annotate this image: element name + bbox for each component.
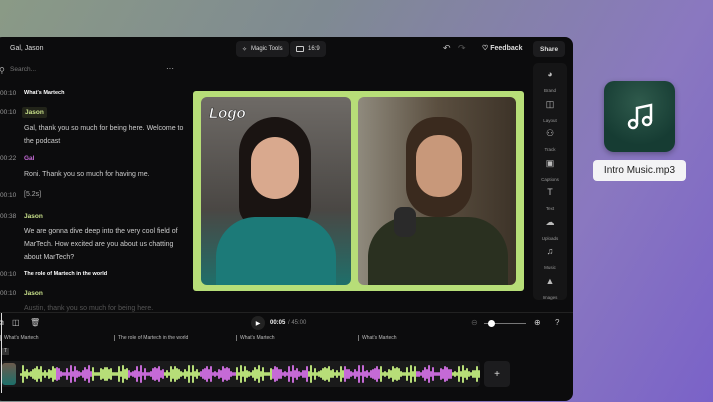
- playhead[interactable]: [1, 313, 2, 393]
- magic-tools-button[interactable]: ✧ Magic Tools: [236, 41, 289, 57]
- redo-icon[interactable]: ↷: [458, 43, 466, 54]
- search-input[interactable]: [10, 66, 130, 73]
- split-icon[interactable]: ◫: [12, 318, 20, 327]
- text-track-icon[interactable]: T: [2, 348, 9, 355]
- screen-icon: [296, 46, 304, 52]
- share-button[interactable]: Share: [533, 41, 566, 57]
- tools-sidebar: ◕ Brand ◫ Layout ⚇ Track ▣ Captions T Text ☁ Upload…: [533, 63, 567, 300]
- transcript-text[interactable]: Gal, thank you so much for being here. W…: [24, 122, 184, 148]
- undo-icon[interactable]: ↶: [443, 43, 451, 54]
- speaker-label[interactable]: Jason: [24, 290, 43, 297]
- speaker-label[interactable]: Jason: [24, 213, 43, 220]
- music-file-icon[interactable]: [604, 81, 675, 152]
- play-button[interactable]: ▶: [251, 316, 265, 330]
- chapter-marker[interactable]: What's Martech: [0, 335, 39, 341]
- zoom-slider-handle[interactable]: [488, 320, 496, 327]
- chapter-marker[interactable]: The role of Martech in the world: [114, 335, 188, 341]
- file-name-label[interactable]: Intro Music.mp3: [593, 160, 686, 181]
- search-icon: ⚲: [0, 66, 5, 75]
- current-time: 00:05: [270, 320, 286, 326]
- video-preview[interactable]: Logo: [193, 91, 524, 291]
- waveform-bar: [478, 370, 480, 378]
- zoom-out-icon[interactable]: ⊖: [471, 318, 478, 327]
- palette-icon: ◕: [547, 69, 553, 79]
- layout-icon: ◫: [545, 98, 555, 109]
- trash-icon[interactable]: 🗑: [30, 318, 40, 327]
- add-track-button[interactable]: +: [484, 361, 510, 387]
- transcript-text[interactable]: Roni. Thank you so much for having me.: [24, 168, 184, 181]
- transcript-panel: ⚲ ··· 00:10 What's Martech 00:10 Jason G…: [0, 61, 184, 316]
- feedback-button[interactable]: ♡ Feedback: [482, 44, 523, 52]
- chapter-title[interactable]: The role of Martech in the world: [24, 271, 107, 277]
- track-icon: ⚇: [545, 128, 555, 138]
- audio-waveform[interactable]: [0, 361, 480, 387]
- zoom-in-icon[interactable]: ⊕: [534, 318, 541, 327]
- upload-icon: ☁: [545, 216, 555, 227]
- timeline: ⧉ ◫ 🗑 ▶ 00:05 / 45:00 ⊖ ⊕ ? What's Marte…: [0, 312, 573, 401]
- tool-captions[interactable]: ▣ Captions: [533, 158, 567, 186]
- tool-layout[interactable]: ◫ Layout: [533, 99, 567, 127]
- more-options-icon[interactable]: ···: [166, 64, 174, 73]
- heart-icon: ♡: [482, 45, 489, 52]
- tool-images[interactable]: ▲ Images: [533, 276, 567, 304]
- chapter-marker[interactable]: What's Martech: [236, 335, 275, 341]
- logo: Logo: [209, 105, 246, 123]
- speaker-thumbnail: [2, 363, 16, 385]
- total-time: / 45:00: [288, 320, 307, 326]
- speaker-video-gal[interactable]: Logo: [201, 97, 351, 285]
- header: Gal, Jason ✧ Magic Tools 16:9 ↶ ↷ ♡ Feedb…: [0, 37, 573, 61]
- speaker-label[interactable]: Jason: [22, 107, 47, 118]
- text-icon: T: [547, 187, 553, 197]
- tool-music[interactable]: ♫ Music: [533, 246, 567, 274]
- pause-marker[interactable]: [5.2s]: [24, 188, 184, 201]
- chapter-marker[interactable]: What's Martech: [358, 335, 397, 341]
- tool-brand[interactable]: ◕ Brand: [533, 69, 567, 97]
- aspect-ratio-button[interactable]: 16:9: [290, 41, 326, 57]
- transcript-text[interactable]: We are gonna dive deep into the very coo…: [24, 225, 184, 264]
- image-icon: ▲: [545, 275, 555, 286]
- tool-uploads[interactable]: ☁ Uploads: [533, 217, 567, 245]
- speaker-label[interactable]: Gal: [24, 155, 34, 162]
- help-icon[interactable]: ?: [555, 318, 559, 327]
- music-note-icon: [627, 103, 653, 130]
- tool-track[interactable]: ⚇ Track: [533, 128, 567, 156]
- music-icon: ♫: [546, 246, 554, 256]
- play-icon: ▶: [255, 320, 261, 327]
- editor-window: Gal, Jason ✧ Magic Tools 16:9 ↶ ↷ ♡ Feedb…: [0, 37, 573, 401]
- magic-wand-icon: ✧: [242, 46, 248, 53]
- project-title[interactable]: Gal, Jason: [10, 45, 43, 52]
- speaker-video-jason[interactable]: [358, 97, 516, 285]
- tool-text[interactable]: T Text: [533, 187, 567, 215]
- captions-icon: ▣: [545, 157, 555, 168]
- chapter-title[interactable]: What's Martech: [24, 90, 64, 96]
